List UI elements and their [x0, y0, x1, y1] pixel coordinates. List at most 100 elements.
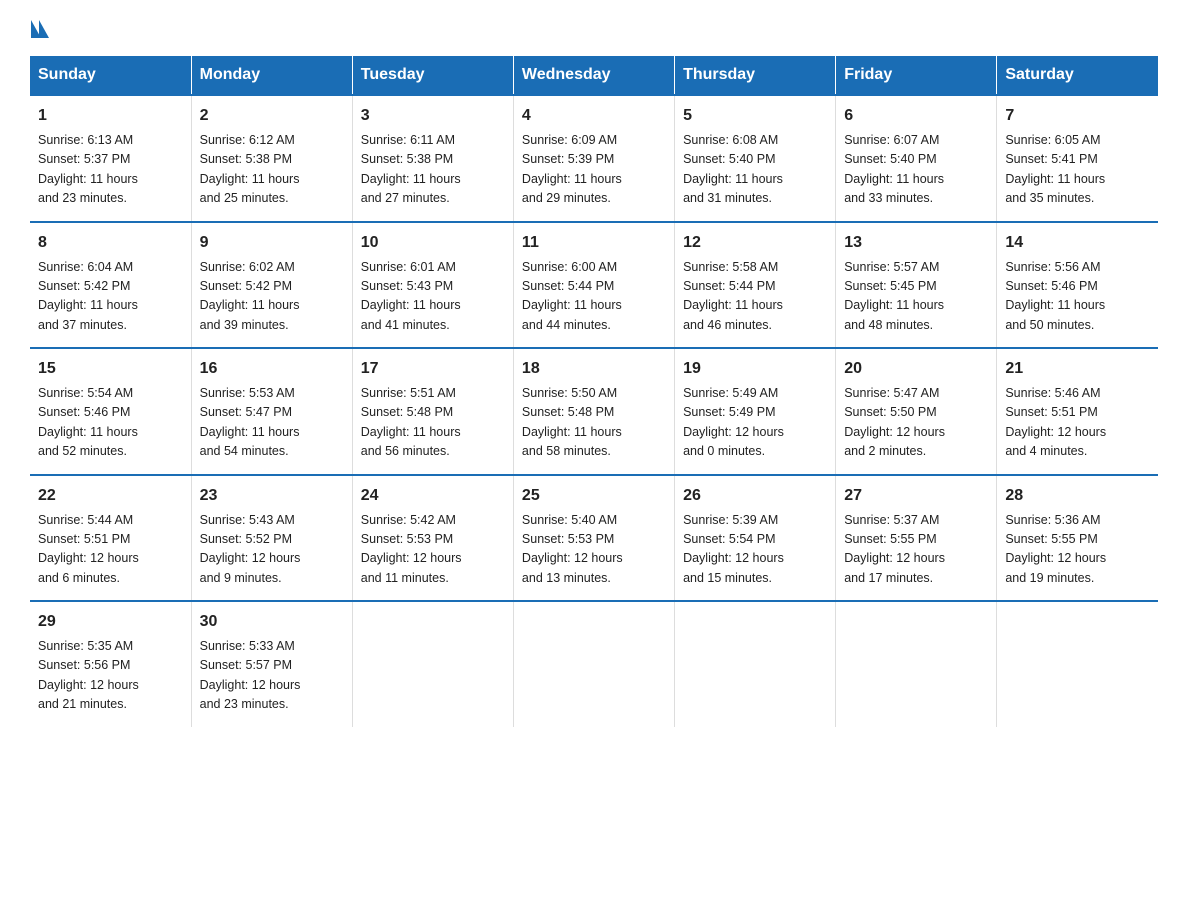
day-number: 12 [683, 231, 827, 255]
day-number: 6 [844, 104, 988, 128]
day-number: 7 [1005, 104, 1150, 128]
calendar-cell: 4 Sunrise: 6:09 AMSunset: 5:39 PMDaylight… [513, 95, 674, 222]
col-header-saturday: Saturday [997, 56, 1158, 95]
calendar-cell: 24 Sunrise: 5:42 AMSunset: 5:53 PMDayligh… [352, 475, 513, 602]
calendar-cell: 26Sunrise: 5:39 AMSunset: 5:54 PMDayligh… [675, 475, 836, 602]
day-number: 27 [844, 484, 988, 508]
calendar-week-row: 15 Sunrise: 5:54 AMSunset: 5:46 PMDayligh… [30, 348, 1158, 475]
day-number: 1 [38, 104, 183, 128]
day-number: 23 [200, 484, 344, 508]
day-info: Sunrise: 5:42 AMSunset: 5:53 PMDaylight:… [361, 511, 505, 589]
day-number: 10 [361, 231, 505, 255]
day-number: 19 [683, 357, 827, 381]
day-info: Sunrise: 5:57 AMSunset: 5:45 PMDaylight:… [844, 258, 988, 336]
col-header-monday: Monday [191, 56, 352, 95]
day-info: Sunrise: 5:53 AMSunset: 5:47 PMDaylight:… [200, 384, 344, 462]
day-number: 13 [844, 231, 988, 255]
calendar-cell: 10 Sunrise: 6:01 AMSunset: 5:43 PMDayligh… [352, 222, 513, 349]
day-number: 3 [361, 104, 505, 128]
day-number: 22 [38, 484, 183, 508]
day-info: Sunrise: 6:12 AMSunset: 5:38 PMDaylight:… [200, 131, 344, 209]
calendar-cell: 23 Sunrise: 5:43 AMSunset: 5:52 PMDayligh… [191, 475, 352, 602]
calendar-cell: 3 Sunrise: 6:11 AMSunset: 5:38 PMDaylight… [352, 95, 513, 222]
day-info: Sunrise: 5:58 AMSunset: 5:44 PMDaylight:… [683, 258, 827, 336]
day-number: 20 [844, 357, 988, 381]
col-header-tuesday: Tuesday [352, 56, 513, 95]
calendar-cell: 7 Sunrise: 6:05 AMSunset: 5:41 PMDaylight… [997, 95, 1158, 222]
day-info: Sunrise: 5:44 AMSunset: 5:51 PMDaylight:… [38, 511, 183, 589]
day-info: Sunrise: 6:09 AMSunset: 5:39 PMDaylight:… [522, 131, 666, 209]
day-info: Sunrise: 6:08 AMSunset: 5:40 PMDaylight:… [683, 131, 827, 209]
calendar-cell: 16 Sunrise: 5:53 AMSunset: 5:47 PMDayligh… [191, 348, 352, 475]
calendar-cell: 29 Sunrise: 5:35 AMSunset: 5:56 PMDayligh… [30, 601, 191, 727]
calendar-cell: 11 Sunrise: 6:00 AMSunset: 5:44 PMDayligh… [513, 222, 674, 349]
calendar-cell: 28 Sunrise: 5:36 AMSunset: 5:55 PMDayligh… [997, 475, 1158, 602]
day-info: Sunrise: 6:11 AMSunset: 5:38 PMDaylight:… [361, 131, 505, 209]
day-number: 16 [200, 357, 344, 381]
calendar-cell: 13 Sunrise: 5:57 AMSunset: 5:45 PMDayligh… [836, 222, 997, 349]
calendar-cell: 27 Sunrise: 5:37 AMSunset: 5:55 PMDayligh… [836, 475, 997, 602]
calendar-week-row: 1 Sunrise: 6:13 AMSunset: 5:37 PMDaylight… [30, 95, 1158, 222]
calendar-header-row: SundayMondayTuesdayWednesdayThursdayFrid… [30, 56, 1158, 95]
day-info: Sunrise: 5:36 AMSunset: 5:55 PMDaylight:… [1005, 511, 1150, 589]
day-info: Sunrise: 5:43 AMSunset: 5:52 PMDaylight:… [200, 511, 344, 589]
day-info: Sunrise: 6:02 AMSunset: 5:42 PMDaylight:… [200, 258, 344, 336]
day-info: Sunrise: 6:07 AMSunset: 5:40 PMDaylight:… [844, 131, 988, 209]
day-info: Sunrise: 6:01 AMSunset: 5:43 PMDaylight:… [361, 258, 505, 336]
day-number: 30 [200, 610, 344, 634]
calendar-cell: 5Sunrise: 6:08 AMSunset: 5:40 PMDaylight… [675, 95, 836, 222]
day-number: 15 [38, 357, 183, 381]
day-number: 11 [522, 231, 666, 255]
day-number: 4 [522, 104, 666, 128]
day-number: 8 [38, 231, 183, 255]
calendar-cell: 12 Sunrise: 5:58 AMSunset: 5:44 PMDayligh… [675, 222, 836, 349]
calendar-cell: 17Sunrise: 5:51 AMSunset: 5:48 PMDayligh… [352, 348, 513, 475]
calendar-cell: 2 Sunrise: 6:12 AMSunset: 5:38 PMDaylight… [191, 95, 352, 222]
calendar-table: SundayMondayTuesdayWednesdayThursdayFrid… [30, 56, 1158, 727]
page-header [30, 20, 1158, 38]
day-info: Sunrise: 5:46 AMSunset: 5:51 PMDaylight:… [1005, 384, 1150, 462]
day-number: 18 [522, 357, 666, 381]
calendar-cell: 8 Sunrise: 6:04 AMSunset: 5:42 PMDaylight… [30, 222, 191, 349]
calendar-week-row: 29 Sunrise: 5:35 AMSunset: 5:56 PMDayligh… [30, 601, 1158, 727]
col-header-friday: Friday [836, 56, 997, 95]
calendar-cell: 25 Sunrise: 5:40 AMSunset: 5:53 PMDayligh… [513, 475, 674, 602]
day-info: Sunrise: 5:33 AMSunset: 5:57 PMDaylight:… [200, 637, 344, 715]
day-number: 21 [1005, 357, 1150, 381]
calendar-cell [836, 601, 997, 727]
day-info: Sunrise: 5:49 AMSunset: 5:49 PMDaylight:… [683, 384, 827, 462]
calendar-cell: 18Sunrise: 5:50 AMSunset: 5:48 PMDayligh… [513, 348, 674, 475]
day-number: 28 [1005, 484, 1150, 508]
day-info: Sunrise: 5:54 AMSunset: 5:46 PMDaylight:… [38, 384, 183, 462]
calendar-cell: 14 Sunrise: 5:56 AMSunset: 5:46 PMDayligh… [997, 222, 1158, 349]
day-info: Sunrise: 5:40 AMSunset: 5:53 PMDaylight:… [522, 511, 666, 589]
calendar-cell: 21 Sunrise: 5:46 AMSunset: 5:51 PMDayligh… [997, 348, 1158, 475]
day-info: Sunrise: 6:13 AMSunset: 5:37 PMDaylight:… [38, 131, 183, 209]
day-info: Sunrise: 6:00 AMSunset: 5:44 PMDaylight:… [522, 258, 666, 336]
day-info: Sunrise: 5:37 AMSunset: 5:55 PMDaylight:… [844, 511, 988, 589]
logo-triangle-icon [31, 20, 41, 38]
day-info: Sunrise: 5:56 AMSunset: 5:46 PMDaylight:… [1005, 258, 1150, 336]
day-number: 25 [522, 484, 666, 508]
calendar-cell [997, 601, 1158, 727]
day-info: Sunrise: 5:35 AMSunset: 5:56 PMDaylight:… [38, 637, 183, 715]
calendar-week-row: 22 Sunrise: 5:44 AMSunset: 5:51 PMDayligh… [30, 475, 1158, 602]
calendar-cell: 19 Sunrise: 5:49 AMSunset: 5:49 PMDayligh… [675, 348, 836, 475]
calendar-cell: 30 Sunrise: 5:33 AMSunset: 5:57 PMDayligh… [191, 601, 352, 727]
calendar-cell: 1 Sunrise: 6:13 AMSunset: 5:37 PMDaylight… [30, 95, 191, 222]
calendar-cell [352, 601, 513, 727]
logo [30, 20, 50, 38]
day-number: 24 [361, 484, 505, 508]
day-number: 29 [38, 610, 183, 634]
day-info: Sunrise: 6:05 AMSunset: 5:41 PMDaylight:… [1005, 131, 1150, 209]
day-number: 9 [200, 231, 344, 255]
day-info: Sunrise: 5:51 AMSunset: 5:48 PMDaylight:… [361, 384, 505, 462]
calendar-cell: 15 Sunrise: 5:54 AMSunset: 5:46 PMDayligh… [30, 348, 191, 475]
day-number: 26 [683, 484, 827, 508]
calendar-cell: 6 Sunrise: 6:07 AMSunset: 5:40 PMDaylight… [836, 95, 997, 222]
calendar-cell: 20Sunrise: 5:47 AMSunset: 5:50 PMDayligh… [836, 348, 997, 475]
day-number: 14 [1005, 231, 1150, 255]
col-header-thursday: Thursday [675, 56, 836, 95]
day-number: 2 [200, 104, 344, 128]
day-info: Sunrise: 6:04 AMSunset: 5:42 PMDaylight:… [38, 258, 183, 336]
